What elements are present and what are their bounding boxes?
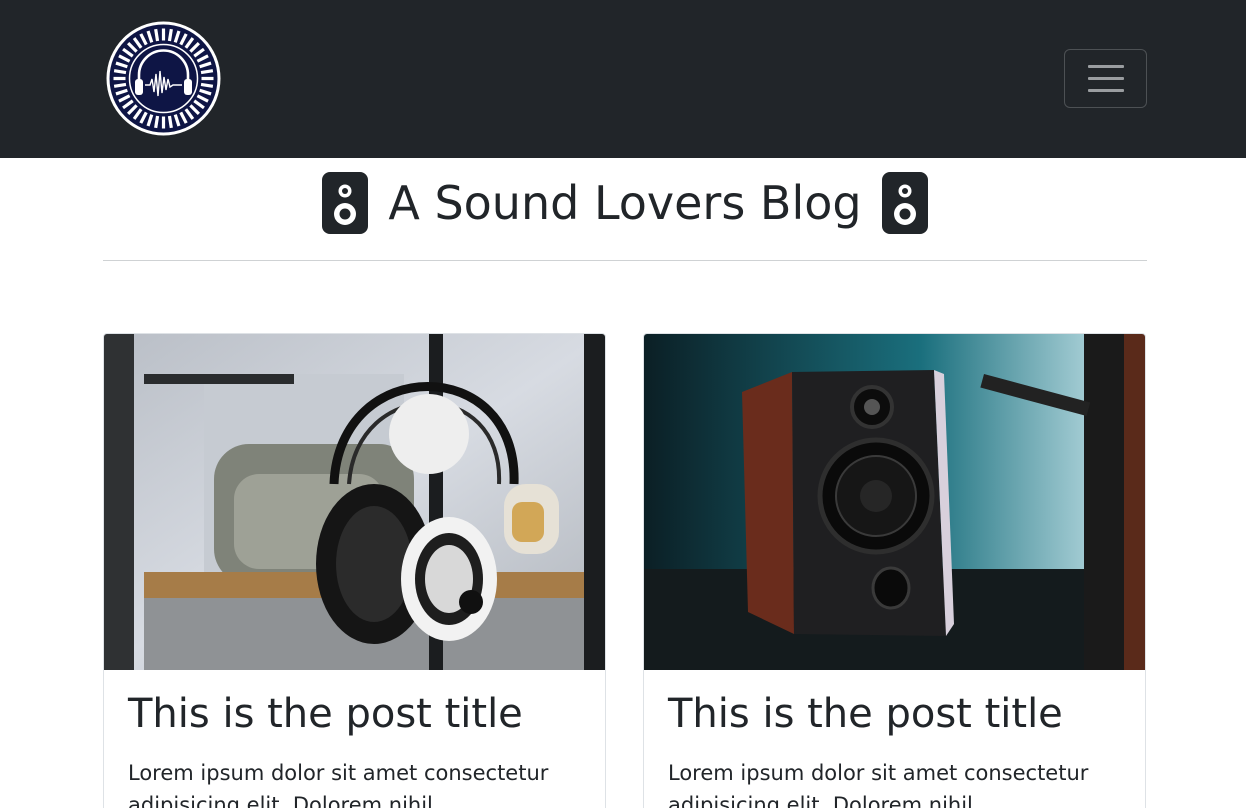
headphones-photo[interactable] xyxy=(104,334,606,670)
headphones-logo-icon[interactable] xyxy=(106,21,221,136)
speaker-icon xyxy=(881,172,928,234)
post-card-body: This is the post title Lorem ipsum dolor… xyxy=(668,692,1128,808)
blog-title: A Sound Lovers Blog xyxy=(388,176,862,230)
hamburger-menu-icon xyxy=(1088,64,1124,94)
page-title-row: A Sound Lovers Blog xyxy=(103,170,1147,236)
post-excerpt: Lorem ipsum dolor sit amet consectetur a… xyxy=(128,761,549,808)
bookshelf-speaker-photo[interactable] xyxy=(644,334,1146,670)
post-card-body: This is the post title Lorem ipsum dolor… xyxy=(128,692,588,808)
post-title[interactable]: This is the post title xyxy=(668,692,1128,736)
post-excerpt: Lorem ipsum dolor sit amet consectetur a… xyxy=(668,761,1089,808)
navbar xyxy=(0,0,1246,158)
post-card[interactable]: This is the post title Lorem ipsum dolor… xyxy=(103,333,606,808)
post-card[interactable]: This is the post title Lorem ipsum dolor… xyxy=(643,333,1146,808)
post-title[interactable]: This is the post title xyxy=(128,692,588,736)
navbar-toggle-button[interactable] xyxy=(1064,49,1147,108)
blog-header: A Sound Lovers Blog xyxy=(103,158,1147,261)
speaker-icon xyxy=(322,172,369,234)
